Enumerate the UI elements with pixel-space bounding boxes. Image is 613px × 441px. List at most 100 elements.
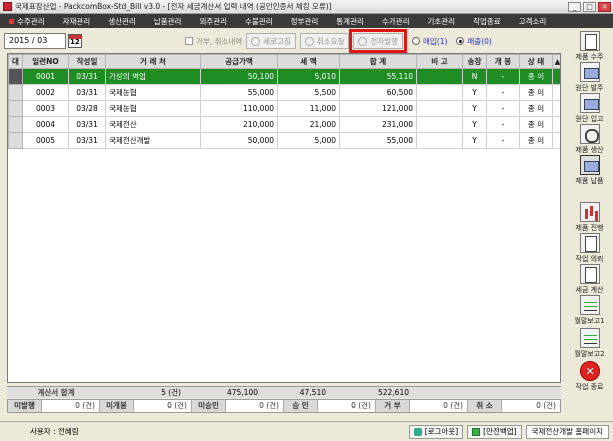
production-icon <box>579 124 600 144</box>
tax-invoice-icon <box>579 264 600 284</box>
col-header-select: 대 <box>8 54 23 69</box>
row-selector[interactable] <box>8 116 23 133</box>
summary-row: 계산서 합계 5 (건) 475,100 47,510 522,610 <box>7 386 561 398</box>
sales-radio[interactable]: 매출(0) <box>456 36 492 47</box>
minimize-button[interactable]: _ <box>568 1 581 12</box>
cell-spacer <box>552 132 560 149</box>
table-row[interactable]: 0001 03/31 가상의 벽업 50,100 5,010 55,110 N - 종 이 <box>8 68 560 85</box>
col-header-client[interactable]: 거 래 처 <box>105 54 201 69</box>
report-1-icon <box>579 295 600 315</box>
menu-item-statistics[interactable]: 통계관리 <box>327 14 373 28</box>
col-header-supply[interactable]: 공급가액 <box>200 54 278 69</box>
backup-icon <box>472 427 481 436</box>
menu-item-price[interactable]: 수가관리 <box>373 14 419 28</box>
empty-row <box>9 245 561 261</box>
close-button[interactable]: ✕ <box>598 1 611 12</box>
unapproved-label: 미승인 <box>192 400 226 412</box>
summary-label: 계산서 합계 <box>37 388 75 397</box>
empty-row <box>9 277 561 293</box>
unopened-count: 0 (건) <box>134 400 192 412</box>
summary-count: 5 (건) <box>161 388 181 397</box>
cell-supply: 110,000 <box>200 100 278 117</box>
e-issue-button[interactable]: 전자발행 <box>349 29 407 53</box>
col-header-invoice[interactable]: 송장 <box>462 54 487 69</box>
cell-spacer <box>552 100 560 117</box>
cancel-request-button[interactable]: 취소요청 <box>299 33 350 49</box>
table-row[interactable]: 0005 03/31 국제전산개발 50,000 5,000 55,000 Y - 종 이 <box>8 132 560 149</box>
menu-item-inout[interactable]: 수불관리 <box>236 14 282 28</box>
fabric-receive-icon <box>579 93 600 113</box>
col-header-sort[interactable]: ▲ <box>552 54 560 69</box>
row-selector[interactable] <box>8 132 23 149</box>
window-title: 국제표장산업 - PackcomBox-Std_Bill v3.0 - [전자 … <box>15 2 332 11</box>
cell-note <box>416 116 463 133</box>
company-homepage-link[interactable]: 국제전산개발 홈페이지 <box>525 424 609 439</box>
empty-row <box>9 229 561 245</box>
logout-button[interactable]: [로그아웃] <box>408 424 464 439</box>
menu-item-feedback[interactable]: 고객소리 <box>510 14 556 28</box>
cell-note <box>416 68 463 85</box>
row-selector[interactable] <box>8 100 23 117</box>
cell-status: 종 이 <box>519 132 553 149</box>
cell-open: - <box>486 116 520 133</box>
cell-client: 가상의 벽업 <box>105 68 201 85</box>
menu-item-outsourcing[interactable]: 외주관리 <box>190 14 236 28</box>
menu-item-government[interactable]: 정부관리 <box>282 14 328 28</box>
sidebar-item-monthly-report-1[interactable]: 월말보고1 <box>566 294 613 330</box>
sidebar-item-delivery[interactable]: 제품 납품 <box>566 154 613 190</box>
purchase-radio[interactable]: 매입(1) <box>412 36 447 47</box>
cancelled-label: 취 소 <box>468 400 502 412</box>
table-row[interactable]: 0004 03/31 국제전산 210,000 21,000 231,000 Y - 종 이 <box>8 116 560 133</box>
maximize-button[interactable]: □ <box>583 1 596 12</box>
invoice-grid[interactable]: 대 일련NO 작성일 거 래 처 공급가액 세 액 합 계 비 고 송장 개 봉… <box>7 53 561 383</box>
empty-row <box>9 213 561 229</box>
sidebar-item-monthly-report-2[interactable]: 월말보고2 <box>566 327 613 363</box>
col-header-note[interactable]: 비 고 <box>416 54 463 69</box>
rejected-cancelled-checkbox[interactable]: 거부, 취소내역 <box>185 36 242 47</box>
table-row[interactable]: 0003 03/28 국제농협 110,000 11,000 121,000 Y - 종 이 <box>8 100 560 117</box>
cell-client: 국제전산개발 <box>105 132 201 149</box>
refresh-button[interactable]: 세로고침 <box>246 33 296 49</box>
col-header-date[interactable]: 작성일 <box>68 54 106 69</box>
summary-tax: 47,510 <box>299 388 326 397</box>
menu-item-orders[interactable]: 수주관리 <box>0 14 54 28</box>
col-header-open[interactable]: 개 봉 <box>486 54 520 69</box>
cell-invoice: N <box>462 68 487 85</box>
progress-icon <box>579 202 600 222</box>
col-header-status[interactable]: 상 태 <box>519 54 553 69</box>
unapproved-count: 0 (건) <box>226 400 284 412</box>
table-row[interactable]: 0002 03/31 국제농협 55,000 5,500 60,500 Y - 종 이 <box>8 84 560 101</box>
sidebar-item-exit[interactable]: 작업 종료 <box>566 360 613 396</box>
unopened-label: 미개봉 <box>100 400 134 412</box>
calendar-icon[interactable] <box>68 34 82 48</box>
menu-item-materials[interactable]: 자재관리 <box>54 14 100 28</box>
menu-item-production[interactable]: 생산관리 <box>99 14 145 28</box>
col-header-tax[interactable]: 세 액 <box>277 54 340 69</box>
summary-supply: 475,100 <box>226 388 258 397</box>
cell-total: 55,110 <box>339 68 417 85</box>
cell-total: 231,000 <box>339 116 417 133</box>
cell-invoice: Y <box>462 84 487 101</box>
summary-total: 522,610 <box>377 388 409 397</box>
date-field[interactable]: 2015 / 03 <box>4 33 66 49</box>
menu-item-basic[interactable]: 기초관리 <box>418 14 464 28</box>
cell-total: 55,000 <box>339 132 417 149</box>
rejected-count: 0 (건) <box>410 400 468 412</box>
col-header-no[interactable]: 일련NO <box>22 54 69 69</box>
menu-item-exit[interactable]: 작업종료 <box>464 14 510 28</box>
col-header-total[interactable]: 합 계 <box>339 54 417 69</box>
cell-tax: 11,000 <box>277 100 340 117</box>
app-icon <box>3 2 12 11</box>
order-icon <box>579 31 600 51</box>
send-icon <box>358 36 368 46</box>
menu-item-delivery[interactable]: 납품관리 <box>145 14 191 28</box>
refresh-icon <box>251 36 261 46</box>
cell-status: 종 이 <box>519 84 553 101</box>
right-sidebar: 제품 수주 원단 발주 원단 입고 제품 생산 제품 납품 제품 진행 작업 의… <box>566 30 613 391</box>
cell-invoice: Y <box>462 100 487 117</box>
row-selector[interactable] <box>8 68 23 85</box>
row-selector[interactable] <box>8 84 23 101</box>
cell-tax: 5,010 <box>277 68 340 85</box>
backup-button[interactable]: [안전백업] <box>467 424 522 439</box>
cell-open: - <box>486 84 520 101</box>
